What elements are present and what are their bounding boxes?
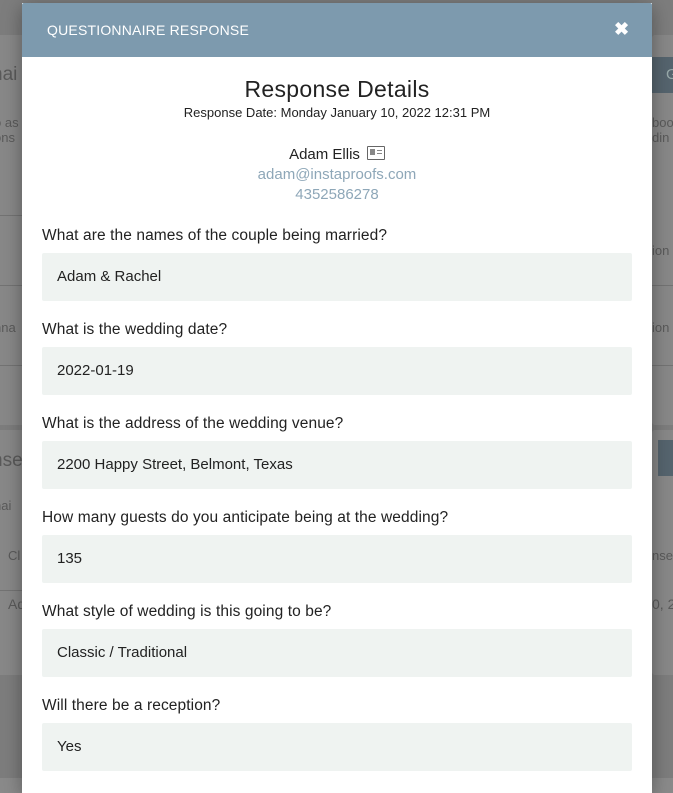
background-text: nse	[0, 450, 23, 471]
background-divider	[652, 365, 673, 366]
background-text: G	[666, 66, 673, 83]
background-text: Cl	[8, 548, 21, 563]
answer-value: Yes	[42, 723, 632, 771]
question-label: What are the names of the couple being m…	[42, 227, 388, 244]
question-block: What is the address of the wedding venue…	[42, 415, 632, 489]
response-date: Response Date: Monday January 10, 2022 1…	[183, 105, 491, 120]
contact-card-icon[interactable]	[366, 146, 385, 160]
background-text: nai	[0, 64, 18, 85]
question-block: How many guests do you anticipate being …	[42, 509, 632, 583]
close-icon[interactable]: ✖	[614, 20, 629, 38]
background-text: nna	[0, 320, 16, 335]
background-divider	[0, 365, 22, 366]
answer-value: 2022-01-19	[42, 347, 632, 395]
background-text: 0, 2	[652, 596, 673, 612]
question-label: What is the wedding date?	[42, 321, 228, 338]
background-text: boo	[652, 115, 673, 130]
background-card-right	[652, 35, 673, 425]
background-divider	[0, 590, 22, 591]
question-label: What style of wedding is this going to b…	[42, 603, 332, 620]
question-block: What is the wedding date? 2022-01-19	[42, 321, 632, 395]
background-divider	[0, 285, 22, 286]
modal-header: QUESTIONNAIRE RESPONSE ✖	[22, 3, 652, 57]
background-text: nai	[0, 498, 12, 513]
background-text: din	[652, 130, 670, 145]
background-divider	[0, 215, 22, 216]
question-block: Will there be a reception? Yes	[42, 697, 632, 771]
answer-value: Adam & Rachel	[42, 253, 632, 301]
background-text: o as	[0, 115, 19, 130]
question-label: How many guests do you anticipate being …	[42, 509, 449, 526]
modal-title: QUESTIONNAIRE RESPONSE	[47, 22, 249, 38]
contact-name: Adam Ellis	[289, 146, 360, 163]
answer-value: Classic / Traditional	[42, 629, 632, 677]
questionnaire-response-modal: QUESTIONNAIRE RESPONSE ✖ Response Detail…	[22, 3, 652, 793]
answer-value: 135	[42, 535, 632, 583]
contact-name-row: Adam Ellis	[22, 146, 652, 163]
response-details-heading: Response Details	[244, 76, 430, 102]
contact-email-link[interactable]: adam@instaproofs.com	[22, 166, 652, 183]
background-text: ion	[652, 243, 670, 258]
question-block: What style of wedding is this going to b…	[42, 603, 632, 677]
contact-phone-link[interactable]: 4352586278	[22, 186, 652, 203]
background-text: nse	[652, 548, 673, 563]
answer-value: 2200 Happy Street, Belmont, Texas	[42, 441, 632, 489]
background-text: ion	[652, 320, 670, 335]
question-label: Will there be a reception?	[42, 697, 221, 714]
background-divider	[652, 285, 673, 286]
question-block: What are the names of the couple being m…	[42, 227, 632, 301]
question-label: What is the address of the wedding venue…	[42, 415, 344, 432]
background-button	[658, 440, 673, 476]
background-text: ons	[0, 130, 15, 145]
